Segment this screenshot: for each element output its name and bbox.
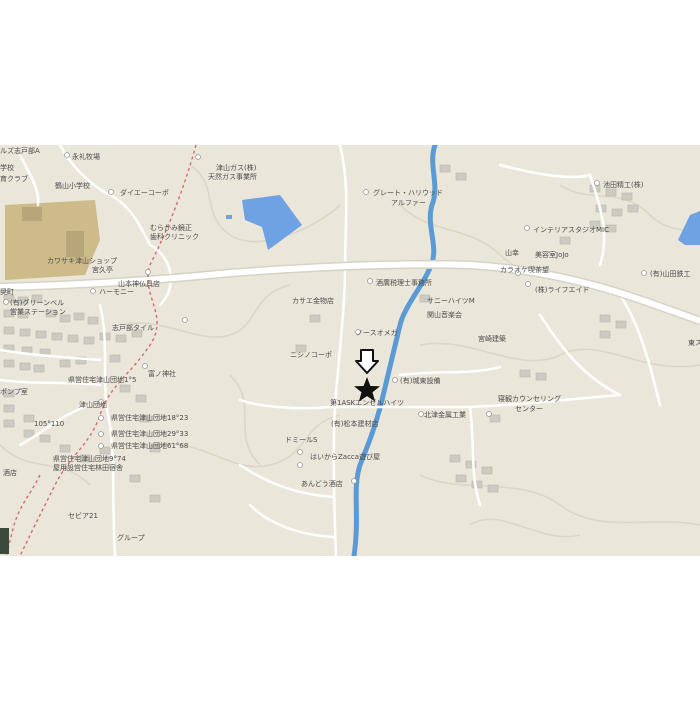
label: 第1ASKエンゼルハイツ bbox=[330, 398, 404, 407]
label: 学校 bbox=[0, 163, 14, 172]
label: 東ス bbox=[688, 338, 700, 347]
label: ハーモニー bbox=[99, 288, 134, 296]
label: 県営住宅津山団地61°68 bbox=[111, 441, 188, 450]
label: 天然ガス事業所 bbox=[208, 172, 257, 181]
label: 美容室JoJo bbox=[535, 250, 569, 259]
label: 北津金属工業 bbox=[424, 410, 466, 419]
school-building bbox=[22, 207, 42, 221]
label: ポンプ室 bbox=[0, 387, 28, 396]
label: 宮久亭 bbox=[92, 265, 113, 274]
label: グループ bbox=[117, 533, 145, 542]
label: 富ノ神社 bbox=[148, 369, 176, 378]
label: 105°110 bbox=[34, 420, 64, 428]
label: 関山音楽会 bbox=[427, 310, 462, 319]
label: 育クラブ bbox=[0, 174, 28, 183]
label: カサエ金物店 bbox=[292, 296, 334, 305]
label: 奨町 bbox=[0, 287, 14, 296]
label: 酒店 bbox=[3, 468, 17, 477]
label: サニーハイツM bbox=[427, 297, 475, 305]
label: あんどう酒店 bbox=[301, 479, 343, 488]
label: 県営住宅津山団地18°23 bbox=[111, 413, 188, 422]
label: インテリアスタジオMIC bbox=[533, 225, 609, 234]
label: (有)山田鉄工 bbox=[650, 269, 690, 278]
label: ダイエーコーポ bbox=[120, 188, 169, 197]
label: 酒廣税理士事務所 bbox=[376, 278, 432, 287]
map-edge-control bbox=[0, 528, 9, 554]
label: むらかみ鏡正 bbox=[150, 223, 192, 232]
label: (有)松本建材店 bbox=[331, 419, 378, 428]
label: ルズ志戸部A bbox=[0, 146, 40, 155]
label: 歯科クリニック bbox=[150, 232, 199, 241]
small-pond bbox=[226, 215, 232, 219]
label: 津山ガス(株) bbox=[216, 163, 257, 172]
label: (株)ライフエイド bbox=[535, 285, 589, 294]
label: 県営住宅津山団地1°5 bbox=[68, 375, 136, 384]
school-grounds bbox=[5, 200, 100, 280]
label: ニシノコーポ bbox=[290, 351, 332, 359]
label: 志戸部タイル bbox=[112, 323, 154, 332]
label: カワサキ津山ショップ bbox=[47, 256, 117, 265]
label: 屋用設営住宅林田宿舎 bbox=[53, 463, 123, 472]
label: 寝観カウンセリング bbox=[498, 394, 561, 403]
label: 山本神仏具店 bbox=[118, 279, 160, 288]
label: 永礼牧場 bbox=[72, 152, 100, 161]
label: ノースオメガ bbox=[356, 328, 398, 337]
label: グレート・ハリウッド bbox=[373, 188, 443, 197]
label: はいからZacca遊び屋 bbox=[310, 452, 380, 461]
label: (有)グリーンベル bbox=[10, 298, 64, 307]
label: 池田精工(株) bbox=[603, 180, 644, 189]
label: アルファー bbox=[391, 199, 426, 207]
label: センター bbox=[515, 404, 543, 413]
label: (有)城東設備 bbox=[400, 376, 440, 385]
map[interactable]: ルズ志戸部A 永礼牧場 学校 育クラブ 鶴山小学校 ダイエーコーポ 津山ガス(株… bbox=[0, 145, 700, 556]
label: 鶴山小学校 bbox=[55, 181, 90, 190]
school-building-2 bbox=[66, 231, 84, 257]
label: 営業ステーション bbox=[10, 307, 66, 316]
label: 津山団地 bbox=[79, 400, 107, 409]
label: ドミールS bbox=[285, 436, 318, 444]
label: 県営住宅津山団地29°33 bbox=[111, 429, 188, 438]
label: 山幸 bbox=[505, 248, 519, 257]
label: 県営住宅津山団地9°74 bbox=[53, 454, 126, 463]
label: カラオケ喫茶望 bbox=[500, 265, 549, 274]
label: セビア21 bbox=[68, 511, 98, 520]
label: 宮崎建築 bbox=[478, 334, 506, 343]
